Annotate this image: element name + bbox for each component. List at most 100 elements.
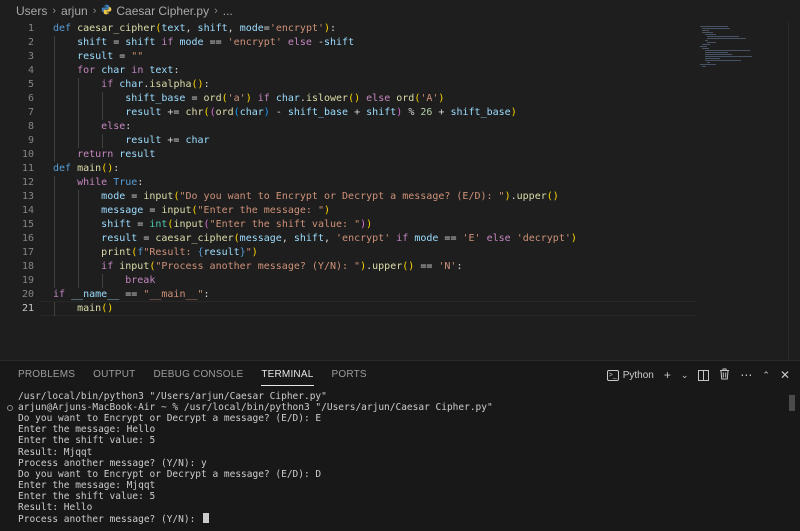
- breadcrumb-item-file[interactable]: Caesar Cipher.py: [116, 4, 209, 18]
- terminal-line-text: Enter the shift value: 5: [18, 490, 156, 502]
- code-line[interactable]: return result: [53, 148, 155, 162]
- command-decoration-icon[interactable]: [7, 404, 13, 411]
- code-line[interactable]: while True:: [53, 176, 143, 190]
- minimap-line: [702, 48, 709, 49]
- indent-guide: [78, 120, 80, 134]
- split-terminal-icon[interactable]: [698, 369, 710, 381]
- indent-guide: [78, 134, 80, 148]
- minimap-line: [702, 30, 709, 31]
- code-line[interactable]: main(): [53, 302, 113, 316]
- indent-guide: [54, 218, 55, 232]
- minimap-line: [702, 66, 706, 67]
- terminal-name: Python: [622, 369, 654, 381]
- indent-guide: [54, 50, 55, 64]
- terminal-output[interactable]: /usr/local/bin/python3 "/Users/arjun/Cae…: [0, 389, 788, 531]
- breadcrumb-item-arjun[interactable]: arjun: [61, 4, 88, 18]
- line-number-gutter: 1 2 3 4 5 6 7 8 9 10 11 12 13 14 15 16 17 18 19 20 21: [0, 22, 40, 360]
- tab-problems[interactable]: PROBLEMS: [18, 361, 75, 389]
- code-line[interactable]: print(f"Result: {result}"): [53, 246, 258, 260]
- minimap-line: [702, 28, 730, 29]
- tab-terminal[interactable]: TERMINAL: [261, 361, 314, 389]
- code-line[interactable]: else:: [53, 120, 131, 134]
- code-line[interactable]: break: [53, 274, 155, 288]
- terminal-line: Result: Mjqqt: [18, 447, 92, 458]
- indent-guide: [78, 274, 80, 288]
- breadcrumb-item-users[interactable]: Users: [16, 4, 47, 18]
- code-editor[interactable]: 1 2 3 4 5 6 7 8 9 10 11 12 13 14 15 16 17 18 19 20 21 def ca…: [0, 22, 800, 360]
- terminal-line-text: arjun@Arjuns-MacBook-Air ~ % /usr/local/…: [18, 402, 493, 414]
- maximize-panel-icon[interactable]: ⌃: [762, 370, 770, 381]
- minimap-line: [704, 40, 708, 41]
- terminal-line-text: Enter the message: Hello: [18, 424, 156, 436]
- line-number: 1: [27, 23, 34, 34]
- panel-actions: >_ Python + ⌄ ⋯ ⌃ ✕: [606, 361, 790, 389]
- code-line[interactable]: shift_base = ord('a') if char.islower() …: [53, 92, 444, 106]
- code-line[interactable]: if input("Process another message? (Y/N)…: [53, 260, 462, 274]
- terminal-line-text: Do you want to Encrypt or Decrypt a mess…: [18, 468, 322, 480]
- terminal-scrollbar[interactable]: [788, 389, 796, 531]
- code-line[interactable]: if __name__ == "__main__":: [53, 288, 210, 302]
- indent-guide: [54, 302, 55, 316]
- line-number: 14: [21, 205, 34, 216]
- code-line[interactable]: result = "": [53, 50, 143, 64]
- line-number: 13: [21, 191, 34, 202]
- minimap-line: [704, 34, 716, 35]
- code-line[interactable]: if char.isalpha():: [53, 78, 209, 92]
- add-terminal-icon[interactable]: +: [664, 368, 671, 382]
- indent-guide: [78, 92, 80, 106]
- terminal-line-text: Enter the message: Mjqqt: [18, 479, 156, 491]
- tab-output[interactable]: OUTPUT: [93, 361, 135, 389]
- indent-guide: [54, 148, 55, 162]
- minimap-line: [702, 44, 711, 45]
- terminal-selector[interactable]: >_ Python: [606, 369, 654, 381]
- terminal-line-text: Result: Hello: [18, 502, 93, 513]
- code-line[interactable]: def main():: [53, 162, 119, 176]
- more-icon[interactable]: ⋯: [740, 368, 752, 382]
- minimap-line: [707, 38, 747, 39]
- indent-guide: [54, 64, 55, 78]
- indent-guide: [54, 120, 55, 134]
- close-icon[interactable]: ✕: [780, 368, 790, 382]
- indent-guide: [78, 246, 80, 260]
- code-line[interactable]: for char in text:: [53, 64, 179, 78]
- minimap[interactable]: [700, 22, 790, 72]
- editor-scrollbar[interactable]: [788, 22, 800, 360]
- code-line[interactable]: def caesar_cipher(text, shift, mode='enc…: [53, 22, 336, 36]
- line-number: 2: [27, 37, 34, 48]
- line-number: 16: [21, 233, 34, 244]
- terminal-line: arjun@Arjuns-MacBook-Air ~ % /usr/local/…: [18, 402, 493, 413]
- terminal-line: Result: Hello: [18, 502, 92, 513]
- code-area[interactable]: def caesar_cipher(text, shift, mode='enc…: [53, 22, 703, 360]
- code-line[interactable]: result = caesar_cipher(message, shift, '…: [53, 232, 577, 246]
- code-line[interactable]: mode = input("Do you want to Encrypt or …: [53, 190, 559, 204]
- terminal-line: Process another message? (Y/N):: [18, 513, 210, 526]
- code-line[interactable]: result += chr((ord(char) - shift_base + …: [53, 106, 516, 120]
- minimap-line: [700, 26, 729, 27]
- indent-guide: [78, 78, 80, 92]
- breadcrumb-item-more[interactable]: ...: [223, 4, 233, 18]
- tab-ports[interactable]: PORTS: [332, 361, 367, 389]
- terminal-line-text: Process another message? (Y/N):: [18, 514, 202, 526]
- code-line[interactable]: shift = int(input("Enter the shift value…: [53, 218, 372, 232]
- minimap-line: [707, 62, 711, 63]
- tab-debug-console[interactable]: DEBUG CONSOLE: [153, 361, 243, 389]
- chevron-right-icon: ›: [214, 5, 218, 17]
- code-line[interactable]: shift = shift if mode == 'encrypt' else …: [53, 36, 354, 50]
- terminal-line: Process another message? (Y/N): y: [18, 458, 207, 469]
- indent-guide: [78, 218, 80, 232]
- terminal-line: Enter the shift value: 5: [18, 491, 155, 502]
- chevron-down-icon[interactable]: ⌄: [681, 370, 689, 381]
- indent-guide: [78, 204, 80, 218]
- breadcrumb: Users › arjun › Caesar Cipher.py › ...: [0, 0, 800, 22]
- terminal-line: Do you want to Encrypt or Decrypt a mess…: [18, 413, 321, 424]
- line-number: 21: [21, 303, 34, 314]
- line-number: 18: [21, 261, 34, 272]
- minimap-line: [704, 58, 721, 59]
- indent-guide: [54, 134, 55, 148]
- code-line[interactable]: result += char: [53, 134, 209, 148]
- trash-icon[interactable]: [719, 368, 730, 383]
- indent-guide: [54, 92, 55, 106]
- minimap-line: [707, 36, 739, 37]
- code-line[interactable]: message = input("Enter the message: "): [53, 204, 330, 218]
- line-number: 5: [27, 79, 34, 90]
